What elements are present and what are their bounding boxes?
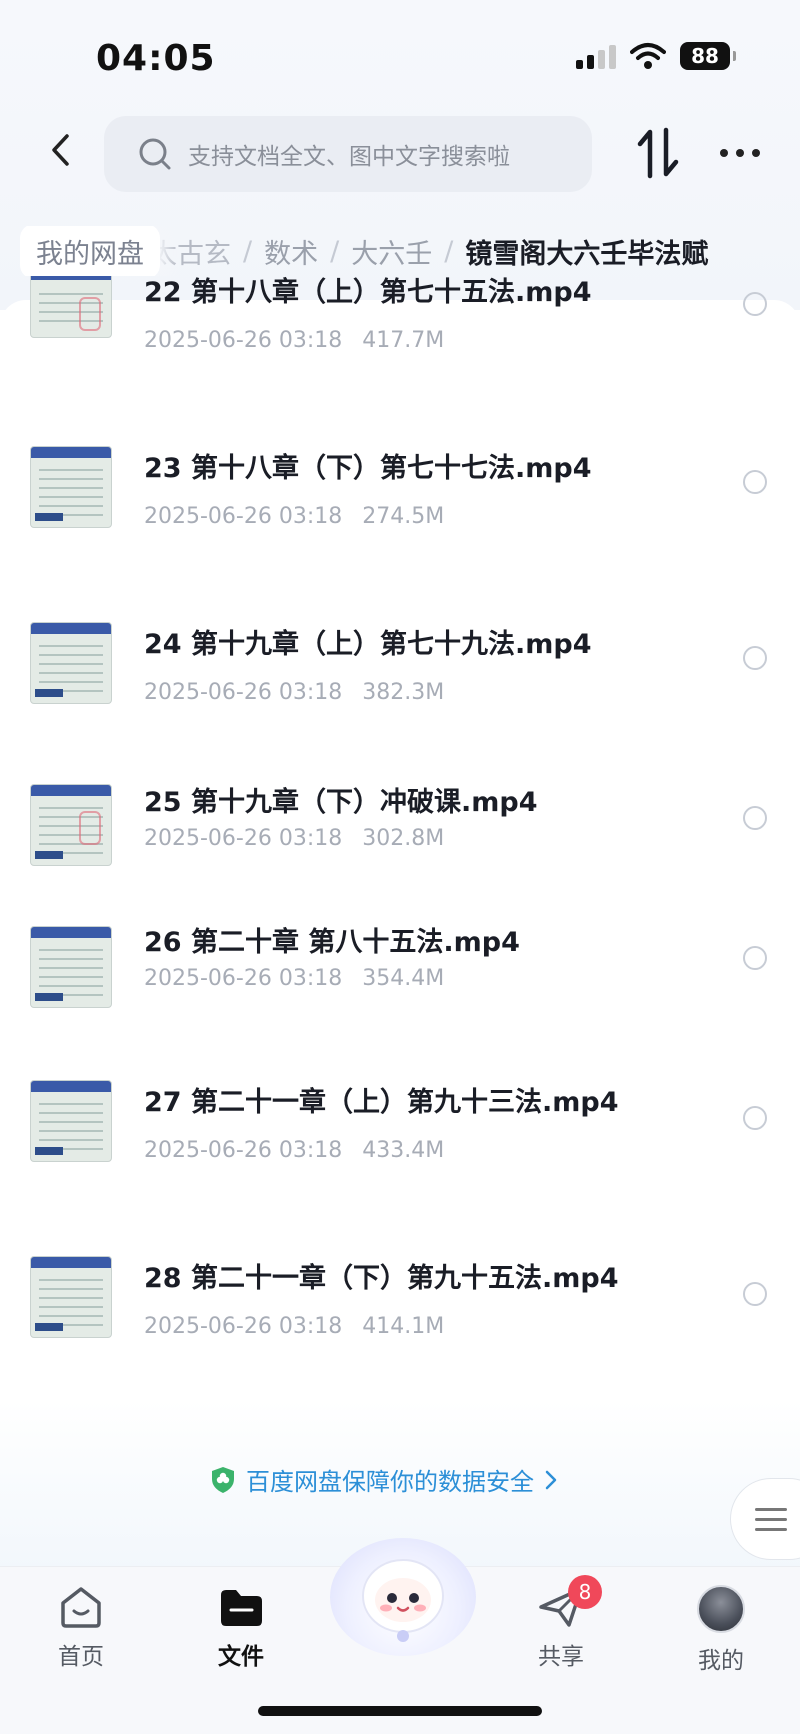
menu-line-icon [755,1507,787,1511]
tab-mine[interactable]: 我的 [666,1585,776,1675]
select-checkbox[interactable] [743,292,767,316]
security-notice-text: 百度网盘保障你的数据安全 [246,1468,534,1496]
file-name: 22 第十八章（上）第七十五法.mp4 [144,277,592,308]
shield-icon [212,1466,234,1493]
select-checkbox[interactable] [743,470,767,494]
menu-line-icon [755,1517,787,1521]
file-size: 302.8M [362,826,445,851]
file-row[interactable]: 26 第二十章 第八十五法.mp4 2025-06-26 03:18 354.4M [0,920,800,1020]
breadcrumb: 我的网盘 太古玄 / 数术 / 大六壬 / 镜雪阁大六壬毕法赋 [20,226,800,276]
video-thumbnail [30,270,112,338]
back-button[interactable] [40,130,80,170]
file-date: 2025-06-26 03:18 [144,1314,343,1339]
file-name: 24 第十九章（上）第七十九法.mp4 [144,629,592,660]
battery-indicator: 88 [680,42,736,70]
file-date: 2025-06-26 03:18 [144,504,343,529]
breadcrumb-separator: / [330,235,340,267]
file-name: 26 第二十章 第八十五法.mp4 [144,927,520,958]
menu-line-icon [755,1527,787,1531]
file-size: 414.1M [362,1314,445,1339]
select-checkbox[interactable] [743,946,767,970]
file-row[interactable]: 28 第二十一章（下）第九十五法.mp4 2025-06-26 03:18 414… [0,1256,800,1356]
tab-share[interactable]: 8 共享 [506,1575,616,1671]
video-thumbnail [30,622,112,704]
file-date: 2025-06-26 03:18 [144,966,343,991]
file-name: 23 第十八章（下）第七十七法.mp4 [144,453,592,484]
breadcrumb-separator: / [243,235,253,267]
file-date: 2025-06-26 03:18 [144,826,343,851]
file-date: 2025-06-26 03:18 [144,1138,343,1163]
chevron-left-icon [52,134,69,166]
mascot-icon [362,1559,444,1642]
search-icon [139,138,171,170]
breadcrumb-current: 镜雪阁大六壬毕法赋 [465,238,709,270]
file-meta: 2025-06-26 03:18 302.8M [144,826,444,851]
select-checkbox[interactable] [743,806,767,830]
more-dot-icon [720,149,728,157]
file-date: 2025-06-26 03:18 [144,680,343,705]
breadcrumb-home[interactable]: 我的网盘 [20,226,160,276]
file-meta: 2025-06-26 03:18 382.3M [144,680,444,705]
file-meta: 2025-06-26 03:18 433.4M [144,1138,444,1163]
file-row[interactable]: 22 第十八章（上）第七十五法.mp4 2025-06-26 03:18 417.… [0,270,800,370]
search-input[interactable]: 支持文档全文、图中文字搜索啦 [104,116,592,192]
breadcrumb-item[interactable]: 大六壬 [351,232,432,271]
file-meta: 2025-06-26 03:18 417.7M [144,328,444,353]
breadcrumb-separator: / [444,235,454,267]
assistant-mascot-button[interactable] [330,1538,476,1656]
file-list: 22 第十八章（上）第七十五法.mp4 2025-06-26 03:18 417.… [0,270,800,1400]
file-row[interactable]: 23 第十八章（下）第七十七法.mp4 2025-06-26 03:18 274.… [0,446,800,546]
home-indicator [258,1706,542,1716]
tab-label: 文件 [218,1644,264,1670]
select-checkbox[interactable] [743,1106,767,1130]
file-size: 274.5M [362,504,445,529]
file-row[interactable]: 25 第十九章（下）冲破课.mp4 2025-06-26 03:18 302.8M [0,780,800,880]
signal-icon [576,43,616,69]
file-row[interactable]: 27 第二十一章（上）第九十三法.mp4 2025-06-26 03:18 433… [0,1080,800,1180]
tab-label: 我的 [698,1648,744,1674]
sort-icon [637,127,679,179]
file-meta: 2025-06-26 03:18 354.4M [144,966,444,991]
video-thumbnail [30,926,112,1008]
breadcrumb-item[interactable]: 数术 [264,232,318,271]
share-badge: 8 [568,1575,602,1609]
more-dot-icon [736,149,744,157]
video-thumbnail [30,1256,112,1338]
search-placeholder: 支持文档全文、图中文字搜索啦 [188,144,510,170]
video-thumbnail [30,446,112,528]
chevron-right-icon [545,1470,557,1489]
folder-icon [221,1590,262,1626]
select-checkbox[interactable] [743,646,767,670]
file-row[interactable]: 24 第十九章（上）第七十九法.mp4 2025-06-26 03:18 382.… [0,622,800,722]
tab-label: 首页 [58,1644,104,1670]
breadcrumb-item[interactable]: 太古玄 [150,232,231,271]
file-meta: 2025-06-26 03:18 274.5M [144,504,444,529]
status-time: 04:05 [96,38,216,79]
status-icons: 88 [576,42,736,70]
file-size: 382.3M [362,680,445,705]
more-dot-icon [752,149,760,157]
tab-label: 共享 [538,1644,584,1670]
home-icon [61,1587,101,1628]
file-size: 433.4M [362,1138,445,1163]
file-size: 417.7M [362,328,445,353]
file-name: 28 第二十一章（下）第九十五法.mp4 [144,1263,619,1294]
file-name: 27 第二十一章（上）第九十三法.mp4 [144,1087,619,1118]
select-checkbox[interactable] [743,1282,767,1306]
tab-files[interactable]: 文件 [186,1585,296,1671]
video-thumbnail [30,784,112,866]
security-notice-link[interactable]: 百度网盘保障你的数据安全 [210,1462,558,1497]
sort-button[interactable] [636,126,680,180]
avatar [697,1585,745,1633]
more-options-button[interactable] [720,138,768,168]
file-name: 25 第十九章（下）冲破课.mp4 [144,787,538,818]
wifi-icon [630,43,666,69]
tab-home[interactable]: 首页 [26,1585,136,1671]
video-thumbnail [30,1080,112,1162]
file-meta: 2025-06-26 03:18 414.1M [144,1314,444,1339]
file-size: 354.4M [362,966,445,991]
file-date: 2025-06-26 03:18 [144,328,343,353]
